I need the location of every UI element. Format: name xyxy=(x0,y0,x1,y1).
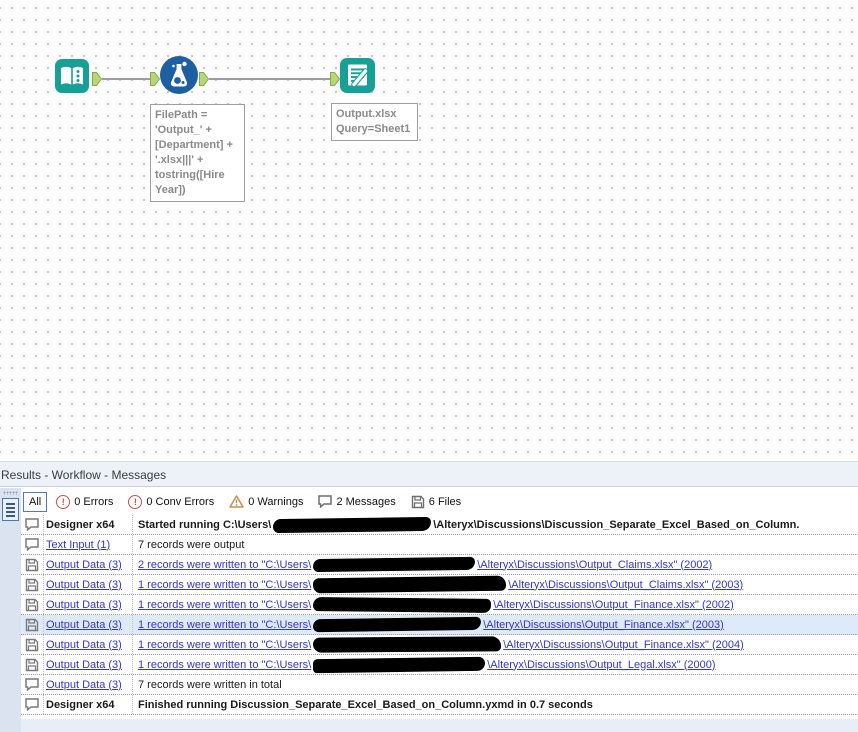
redaction-scribble xyxy=(313,636,502,653)
file-save-icon xyxy=(21,598,43,612)
results-left-strip xyxy=(0,488,21,719)
file-save-icon xyxy=(21,658,43,672)
message-text: Finished running Discussion_Separate_Exc… xyxy=(138,698,593,711)
redaction-scribble xyxy=(313,616,482,633)
tool-link[interactable]: Output Data (3) xyxy=(46,579,122,591)
file-link[interactable]: \Alteryx\Discussions\Output_Legal.xlsx" … xyxy=(487,659,715,671)
message-row[interactable]: Output Data (3) 1 records were written t… xyxy=(21,595,858,615)
file-link[interactable]: 2 records were written to "C:\Users\ xyxy=(138,559,311,571)
connection-wire[interactable] xyxy=(102,78,150,80)
message-text: 7 records were written in total xyxy=(138,678,282,691)
file-save-icon xyxy=(21,618,43,632)
message-row[interactable]: Designer x64 Finished running Discussion… xyxy=(21,695,858,715)
message-row[interactable]: Output Data (3) 1 records were written t… xyxy=(21,575,858,595)
message-bubble-icon xyxy=(21,678,43,691)
results-title-text: Results - Workflow - Messages xyxy=(1,468,167,482)
redaction-scribble xyxy=(273,516,432,533)
message-text: \Alteryx\Discussions\Discussion_Separate… xyxy=(433,518,800,531)
output-anchor[interactable] xyxy=(199,72,209,86)
output-anchor[interactable] xyxy=(92,72,102,86)
message-row[interactable]: Designer x64 Started running C:\Users\ \… xyxy=(21,515,858,535)
file-link[interactable]: \Alteryx\Discussions\Output_Finance.xlsx… xyxy=(493,599,734,611)
file-link[interactable]: 1 records were written to "C:\Users\ xyxy=(138,639,311,651)
output-data-tool[interactable] xyxy=(340,58,375,93)
tool-name: Designer x64 xyxy=(46,518,115,531)
message-text: Started running C:\Users\ xyxy=(138,518,272,531)
message-row[interactable]: Output Data (3) 2 records were written t… xyxy=(21,555,858,575)
file-link[interactable]: \Alteryx\Discussions\Output_Finance.xlsx… xyxy=(483,619,724,631)
file-link[interactable]: \Alteryx\Discussions\Output_Finance.xlsx… xyxy=(503,639,744,651)
filter-conv-errors[interactable]: ! 0 Conv Errors xyxy=(128,494,214,509)
workflow-canvas[interactable]: FilePath = 'Output_' + [Department] + '.… xyxy=(0,0,858,461)
error-icon: ! xyxy=(56,494,71,509)
file-link[interactable]: \Alteryx\Discussions\Output_Claims.xlsx"… xyxy=(508,579,743,591)
text-input-book-icon xyxy=(61,66,83,85)
message-row-selected[interactable]: Output Data (3) 1 records were written t… xyxy=(21,615,858,635)
output-annotation[interactable]: Output.xlsx Query=Sheet1 xyxy=(331,103,418,141)
file-link[interactable]: 1 records were written to "C:\Users\ xyxy=(138,659,311,671)
tool-link[interactable]: Output Data (3) xyxy=(46,619,122,631)
messages-view-button[interactable] xyxy=(2,498,19,521)
bottom-scroll-strip[interactable] xyxy=(0,719,858,732)
connection-wire[interactable] xyxy=(209,78,330,80)
tool-link[interactable]: Output Data (3) xyxy=(46,599,122,611)
formula-flask-icon xyxy=(170,61,188,87)
scroll-corner xyxy=(0,719,21,732)
filter-files[interactable]: 6 Files xyxy=(411,495,461,509)
file-save-icon xyxy=(21,558,43,572)
message-row[interactable]: Text Input (1) 7 records were output xyxy=(21,535,858,555)
tool-name: Designer x64 xyxy=(46,698,115,711)
horizontal-scrollbar[interactable] xyxy=(21,719,858,732)
message-text: 7 records were output xyxy=(138,538,245,551)
tool-link[interactable]: Text Input (1) xyxy=(46,539,110,551)
results-toolbar: All ! 0 Errors ! 0 Conv Errors 0 Warning… xyxy=(21,488,858,515)
file-link[interactable]: 1 records were written to "C:\Users\ xyxy=(138,579,311,591)
redaction-scribble xyxy=(313,575,507,594)
tool-link[interactable]: Output Data (3) xyxy=(46,639,122,651)
filter-all-button[interactable]: All xyxy=(23,491,48,512)
drag-handle[interactable] xyxy=(3,491,18,495)
formula-annotation[interactable]: FilePath = 'Output_' + [Department] + '.… xyxy=(150,104,245,202)
filter-warnings[interactable]: 0 Warnings xyxy=(229,495,303,508)
message-bubble-icon xyxy=(21,518,43,531)
input-anchor[interactable] xyxy=(150,72,160,86)
tool-link[interactable]: Output Data (3) xyxy=(46,679,122,691)
formula-tool[interactable] xyxy=(160,56,198,94)
message-row[interactable]: Output Data (3) 7 records were written i… xyxy=(21,675,858,695)
file-save-icon xyxy=(411,495,424,508)
results-panel-title: Results - Workflow - Messages xyxy=(0,461,858,487)
output-file-icon xyxy=(348,64,369,88)
file-link[interactable]: 1 records were written to "C:\Users\ xyxy=(138,599,311,611)
tool-link[interactable]: Output Data (3) xyxy=(46,559,122,571)
conv-error-icon: ! xyxy=(128,494,143,509)
tool-link[interactable]: Output Data (3) xyxy=(46,659,122,671)
redaction-scribble xyxy=(313,556,476,573)
file-link[interactable]: 1 records were written to "C:\Users\ xyxy=(138,619,311,631)
input-anchor[interactable] xyxy=(330,72,340,86)
alteryx-designer-window: FilePath = 'Output_' + [Department] + '.… xyxy=(0,0,858,732)
message-bubble-icon xyxy=(21,698,43,711)
message-bubble-icon xyxy=(21,538,43,551)
filter-errors[interactable]: ! 0 Errors xyxy=(56,494,113,509)
filter-messages[interactable]: 2 Messages xyxy=(318,495,396,508)
file-save-icon xyxy=(21,578,43,592)
file-link[interactable]: \Alteryx\Discussions\Output_Claims.xlsx"… xyxy=(477,559,712,571)
message-row[interactable]: Output Data (3) 1 records were written t… xyxy=(21,655,858,675)
message-bubble-icon xyxy=(318,495,333,508)
redaction-scribble xyxy=(313,596,492,613)
redaction-scribble xyxy=(313,656,486,673)
warning-icon xyxy=(229,495,244,508)
text-input-tool[interactable] xyxy=(55,59,89,93)
file-save-icon xyxy=(21,638,43,652)
message-row[interactable]: Output Data (3) 1 records were written t… xyxy=(21,635,858,655)
